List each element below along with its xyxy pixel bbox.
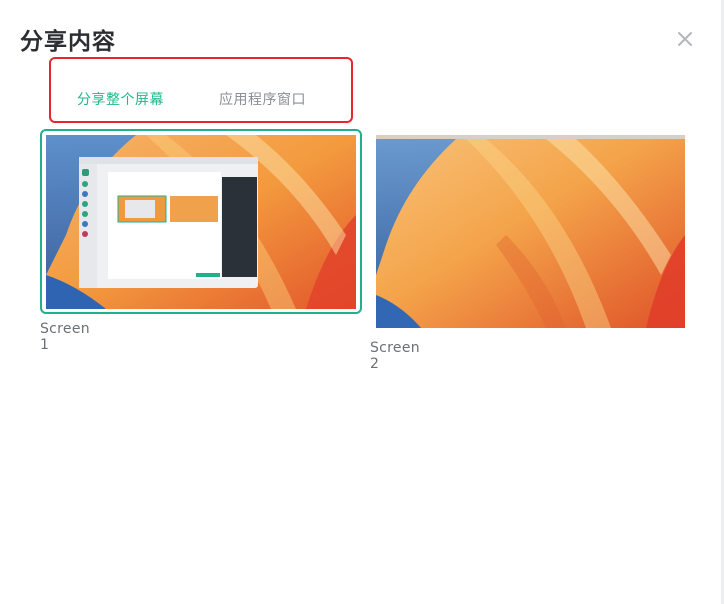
tab-share-entire-screen[interactable]: 分享整个屏幕 (77, 89, 164, 109)
screen-2-thumbnail[interactable] (376, 135, 685, 328)
screen-2-label: Screen 2 (370, 340, 420, 372)
screen-1-label: Screen 1 (40, 321, 90, 353)
share-content-dialog: 分享内容 分享整个屏幕 应用程序窗口 Screen 1 Screen 2 (0, 0, 724, 604)
screen-1-thumbnail[interactable] (46, 135, 356, 309)
screen-2-wallpaper-image (376, 135, 685, 328)
tab-application-window[interactable]: 应用程序窗口 (219, 89, 306, 109)
close-icon (678, 32, 692, 46)
close-button[interactable] (674, 28, 696, 50)
dialog-title: 分享内容 (20, 29, 116, 55)
screen-1-wallpaper-image (46, 135, 356, 309)
